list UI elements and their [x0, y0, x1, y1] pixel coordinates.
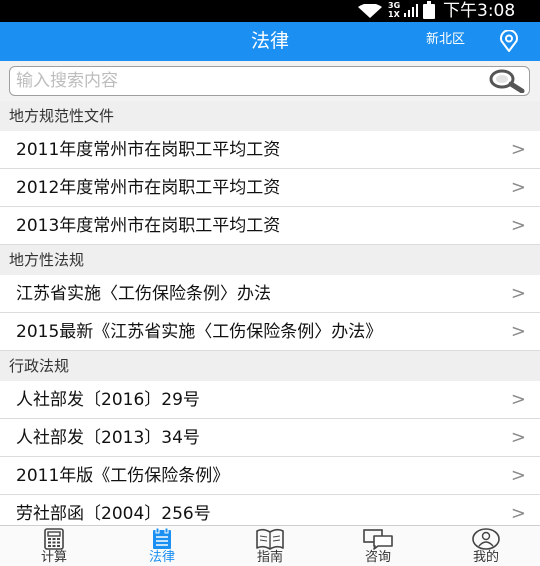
list-item[interactable]: 2011年版《工伤保险条例》 >: [0, 457, 540, 495]
chevron-right-icon: >: [510, 503, 526, 524]
list-item-label: 2015最新《江苏省实施〈工伤保险条例〉办法》: [16, 322, 383, 342]
chevron-right-icon: >: [510, 139, 526, 160]
chevron-right-icon: >: [510, 177, 526, 198]
nav-item-law[interactable]: 法律: [108, 526, 216, 566]
section-header: 地方性法规: [0, 245, 540, 275]
list-item-label: 2011年度常州市在岗职工平均工资: [16, 140, 281, 160]
nav-item-consult[interactable]: 咨询: [324, 526, 432, 566]
chat-bubbles-icon: [363, 529, 393, 550]
status-time: 下午3:08: [443, 1, 516, 21]
list-item[interactable]: 2015最新《江苏省实施〈工伤保险条例〉办法》 >: [0, 313, 540, 351]
nav-label: 咨询: [364, 550, 391, 565]
list-item[interactable]: 人社部发〔2013〕34号 >: [0, 419, 540, 457]
list-item-label: 劳社部函〔2004〕256号: [16, 504, 211, 524]
open-book-icon: [256, 528, 284, 550]
wifi-icon: [358, 4, 382, 18]
chevron-right-icon: >: [510, 283, 526, 304]
nav-label: 计算: [40, 550, 67, 565]
location-pin-icon[interactable]: [498, 30, 520, 52]
search-box: [9, 66, 530, 96]
chevron-right-icon: >: [510, 465, 526, 486]
list-item[interactable]: 人社部发〔2016〕29号 >: [0, 381, 540, 419]
signal-icon: [404, 4, 418, 17]
user-icon: [472, 528, 500, 550]
chevron-right-icon: >: [510, 389, 526, 410]
status-bar: 3G 1X 下午3:08: [0, 0, 540, 22]
list-item-label: 人社部发〔2016〕29号: [16, 390, 200, 410]
nav-item-mine[interactable]: 我的: [432, 526, 540, 566]
search-bar: [0, 61, 540, 101]
list-item[interactable]: 2013年度常州市在岗职工平均工资 >: [0, 207, 540, 245]
nav-label: 我的: [472, 550, 499, 565]
section-header: 地方规范性文件: [0, 101, 540, 131]
list-item-label: 2013年度常州市在岗职工平均工资: [16, 216, 281, 236]
list-item-label: 2011年版《工伤保险条例》: [16, 466, 230, 486]
app-header: 法律 新北区: [0, 22, 540, 61]
chevron-right-icon: >: [510, 321, 526, 342]
nav-label: 法律: [148, 550, 175, 565]
list-item[interactable]: 江苏省实施〈工伤保险条例〉办法 >: [0, 275, 540, 313]
list-item-label: 人社部发〔2013〕34号: [16, 428, 200, 448]
region-selector[interactable]: 新北区: [426, 22, 465, 61]
chevron-right-icon: >: [510, 427, 526, 448]
list-item-label: 2012年度常州市在岗职工平均工资: [16, 178, 281, 198]
nav-item-guide[interactable]: 指南: [216, 526, 324, 566]
chevron-right-icon: >: [510, 215, 526, 236]
network-type: 3G 1X: [388, 1, 401, 19]
list-item[interactable]: 劳社部函〔2004〕256号 >: [0, 495, 540, 525]
law-book-icon: [153, 528, 171, 549]
list-item[interactable]: 2011年度常州市在岗职工平均工资 >: [0, 131, 540, 169]
section-header: 行政法规: [0, 351, 540, 381]
battery-icon: [423, 1, 435, 19]
nav-label: 指南: [256, 550, 283, 565]
search-icon[interactable]: [485, 69, 525, 93]
search-input[interactable]: [16, 69, 476, 93]
nav-item-calculate[interactable]: 计算: [0, 526, 108, 566]
list-item[interactable]: 2012年度常州市在岗职工平均工资 >: [0, 169, 540, 207]
calculator-icon: [44, 528, 64, 550]
law-list: 地方规范性文件 2011年度常州市在岗职工平均工资 > 2012年度常州市在岗职…: [0, 101, 540, 525]
list-item-label: 江苏省实施〈工伤保险条例〉办法: [16, 284, 271, 304]
bottom-nav: 计算 法律 指南 咨询 我的: [0, 525, 540, 566]
